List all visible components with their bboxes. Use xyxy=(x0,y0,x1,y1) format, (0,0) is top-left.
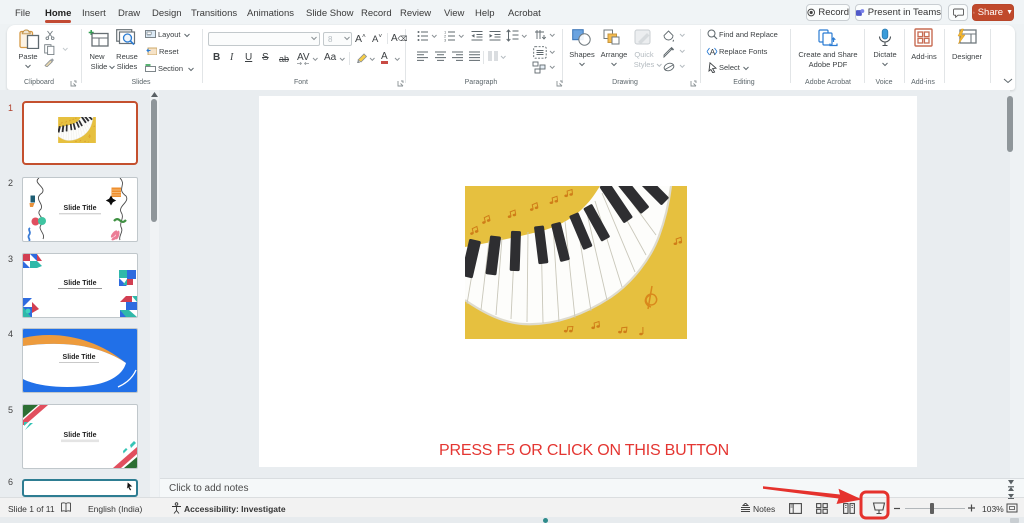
svg-text:Slide Title: Slide Title xyxy=(64,205,97,212)
svg-text:Slide Title: Slide Title xyxy=(64,432,97,439)
svg-text:3: 3 xyxy=(444,38,447,43)
svg-text:A: A xyxy=(710,47,716,57)
svg-text:Slide Title: Slide Title xyxy=(64,280,97,287)
svg-text:Slide Title: Slide Title xyxy=(63,354,96,361)
